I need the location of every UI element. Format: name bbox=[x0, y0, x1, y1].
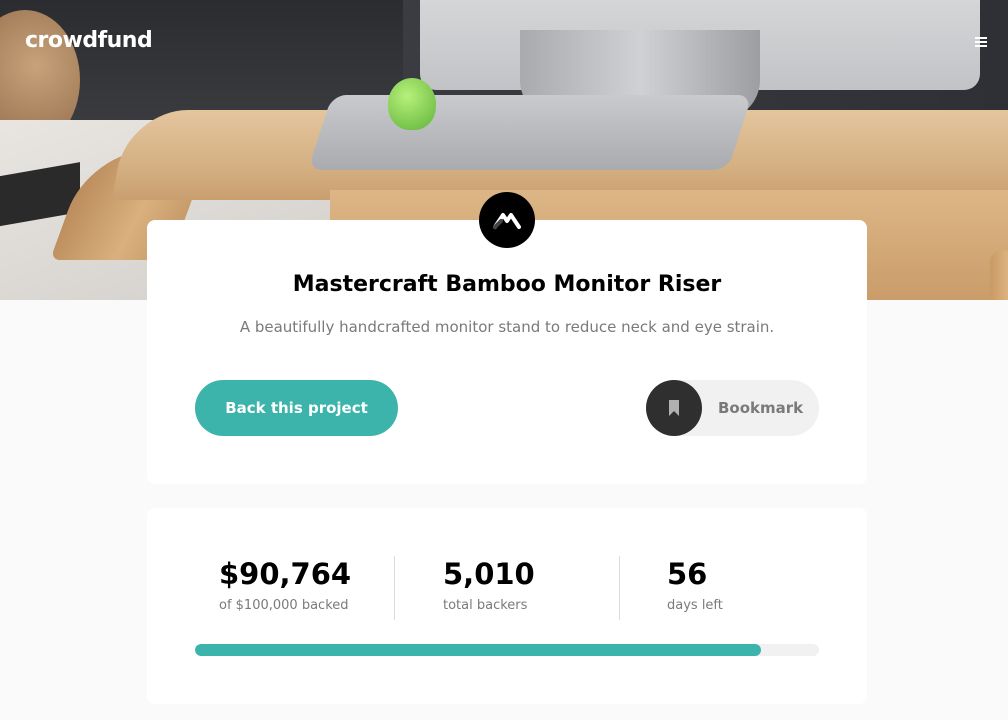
hamburger-menu-icon[interactable] bbox=[975, 37, 987, 47]
days-left-count: 56 bbox=[667, 557, 708, 591]
site-logo[interactable]: crowdfund bbox=[25, 28, 153, 53]
project-title: Mastercraft Bamboo Monitor Riser bbox=[292, 272, 722, 297]
stat-divider bbox=[394, 556, 395, 620]
back-this-project-button[interactable]: Back this project bbox=[195, 380, 398, 436]
backers-label: total backers bbox=[443, 598, 528, 613]
mastercraft-logo-icon bbox=[479, 192, 535, 248]
backed-label: of $100,000 backed bbox=[219, 598, 349, 613]
stat-days-left: 56 days left bbox=[667, 556, 867, 613]
project-stats-card: $90,764 of $100,000 backed 5,010 total b… bbox=[147, 508, 867, 704]
bookmark-label: Bookmark bbox=[718, 399, 804, 417]
bookmark-button[interactable]: Bookmark bbox=[646, 380, 819, 436]
bookmark-icon bbox=[646, 380, 702, 436]
days-left-label: days left bbox=[667, 598, 723, 613]
backers-count: 5,010 bbox=[443, 557, 535, 591]
funding-progress-bar bbox=[195, 644, 819, 656]
backed-amount: $90,764 bbox=[219, 557, 352, 591]
stat-divider bbox=[619, 556, 620, 620]
project-overview-card: Mastercraft Bamboo Monitor Riser A beaut… bbox=[147, 220, 867, 484]
funding-progress-fill bbox=[195, 644, 762, 656]
stat-backed: $90,764 of $100,000 backed bbox=[219, 556, 419, 613]
project-description: A beautifully handcrafted monitor stand … bbox=[239, 318, 775, 336]
stat-backers: 5,010 total backers bbox=[443, 556, 643, 613]
